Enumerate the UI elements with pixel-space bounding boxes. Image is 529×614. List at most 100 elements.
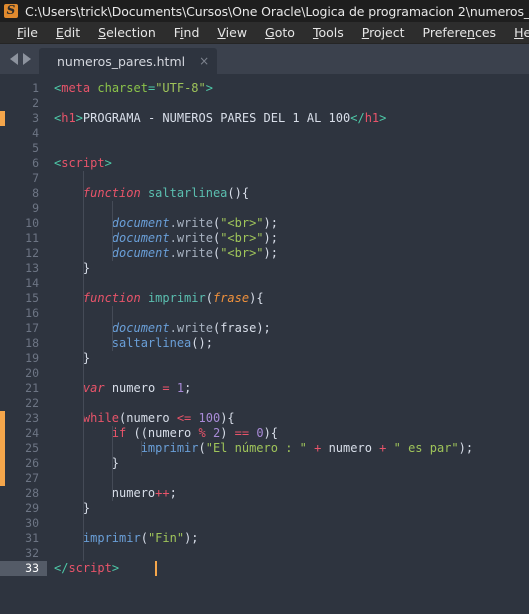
code-line[interactable] <box>47 396 529 411</box>
token: (numero <box>119 411 177 425</box>
menu-tools[interactable]: Tools <box>304 23 353 42</box>
code-line[interactable]: document.write(frase); <box>47 321 529 336</box>
code-line[interactable] <box>47 126 529 141</box>
token: ; <box>184 381 192 395</box>
token: ); <box>458 441 474 455</box>
token: while <box>82 411 120 425</box>
previous-tab-icon[interactable] <box>10 53 18 65</box>
code-line[interactable] <box>47 276 529 291</box>
line-number: 1 <box>32 81 39 95</box>
menu-selection[interactable]: Selection <box>89 23 165 42</box>
code-line[interactable]: var numero = 1; <box>47 381 529 396</box>
token: </ <box>350 111 365 125</box>
code-line[interactable] <box>47 171 529 186</box>
token: ){ <box>220 411 235 425</box>
code-area: 1 2 3 4 5 6 7 8 9 10 11 12 13 14 15 16 17 18 19 20 21 22 23 24 2… <box>0 74 529 606</box>
token: h1 <box>364 111 380 125</box>
token: } <box>54 501 91 515</box>
token: > <box>379 111 387 125</box>
code-line[interactable]: if ((numero % 2) == 0){ <box>47 426 529 441</box>
line-number: 11 <box>25 231 39 245</box>
token: (); <box>191 336 213 350</box>
code-line[interactable]: imprimir("Fin"); <box>47 531 529 546</box>
token: > <box>75 111 83 125</box>
token: ( <box>140 531 148 545</box>
sublime-text-logo-icon <box>4 3 18 18</box>
token: 1 <box>176 381 185 395</box>
code-line[interactable]: imprimir("El número : " + numero + " es … <box>47 441 529 456</box>
code-line[interactable]: numero++; <box>47 486 529 501</box>
code-line[interactable]: document.write("<br>"); <box>47 231 529 246</box>
code-line[interactable] <box>47 141 529 156</box>
token: ); <box>263 231 278 245</box>
code-line[interactable] <box>47 366 529 381</box>
line-number: 15 <box>25 291 39 305</box>
token: meta <box>61 81 91 95</box>
menu-view[interactable]: View <box>208 23 256 42</box>
window-title: C:\Users\trick\Documents\Cursos\One Orac… <box>25 3 529 19</box>
code-line[interactable]: function saltarlinea(){ <box>47 186 529 201</box>
line-number: 16 <box>25 306 39 320</box>
menu-file[interactable]: File <box>8 23 47 42</box>
code-editor[interactable]: 1 2 3 4 5 6 7 8 9 10 11 12 13 14 15 16 17 18 19 20 21 22 23 24 2… <box>0 74 529 606</box>
tab-numeros-pares-html[interactable]: numeros_pares.html × <box>39 48 218 74</box>
code-line[interactable]: <meta charset="UTF-8"> <box>47 81 529 96</box>
token: numero <box>54 486 156 500</box>
token: } <box>54 456 120 470</box>
code-line[interactable]: } <box>47 456 529 471</box>
indent-guide <box>111 201 113 261</box>
menu-help[interactable]: Help <box>505 23 529 42</box>
code-line[interactable]: document.write("<br>"); <box>47 246 529 261</box>
token: frase <box>212 291 250 305</box>
code-line[interactable] <box>47 96 529 111</box>
line-number: 5 <box>32 141 39 155</box>
code-line[interactable] <box>47 471 529 486</box>
indent-guide <box>111 426 113 501</box>
token: ++ <box>155 486 170 500</box>
tab-label: numeros_pares.html <box>57 53 186 69</box>
code-line[interactable]: <script> <box>47 156 529 171</box>
token: ); <box>263 246 278 260</box>
line-number: 12 <box>25 246 39 260</box>
code-line[interactable]: function imprimir(frase){ <box>47 291 529 306</box>
token: 0 <box>256 426 264 440</box>
token: ); <box>263 216 278 230</box>
line-number: 18 <box>25 336 39 350</box>
code-line[interactable]: } <box>47 261 529 276</box>
line-number: 33 <box>0 561 47 576</box>
code-line[interactable]: saltarlinea(); <box>47 336 529 351</box>
code-line[interactable]: } <box>47 351 529 366</box>
code-lines[interactable]: <meta charset="UTF-8"> <h1>PROGRAMA - NU… <box>47 74 529 606</box>
menu-edit[interactable]: Edit <box>47 23 89 42</box>
code-line[interactable] <box>47 546 529 561</box>
line-number: 23 <box>25 411 39 425</box>
code-line[interactable] <box>47 201 529 216</box>
line-number: 10 <box>25 216 39 230</box>
code-line[interactable]: } <box>47 501 529 516</box>
menu-project[interactable]: Project <box>353 23 414 42</box>
menu-goto[interactable]: Goto <box>256 23 304 42</box>
token: numero <box>321 441 380 455</box>
menu-find[interactable]: Find <box>165 23 209 42</box>
token: function <box>82 291 141 305</box>
menu-preferences[interactable]: Preferences <box>414 23 506 42</box>
code-line[interactable] <box>47 306 529 321</box>
indent-guide <box>111 306 113 351</box>
code-line[interactable]: </script> <box>47 561 529 576</box>
tab-bar: numeros_pares.html × <box>0 44 529 74</box>
token: ){ <box>263 426 279 440</box>
code-line[interactable] <box>47 516 529 531</box>
code-line[interactable]: document.write("<br>"); <box>47 216 529 231</box>
next-tab-icon[interactable] <box>23 53 31 65</box>
token: <= <box>176 411 192 425</box>
line-number-gutter: 1 2 3 4 5 6 7 8 9 10 11 12 13 14 15 16 17 18 19 20 21 22 23 24 2… <box>0 74 47 606</box>
token: function <box>82 186 141 200</box>
code-line[interactable]: <h1>PROGRAMA - NUMEROS PARES DEL 1 AL 10… <box>47 111 529 126</box>
code-line[interactable]: while(numero <= 100){ <box>47 411 529 426</box>
close-icon[interactable]: × <box>199 54 209 68</box>
token: var <box>82 381 105 395</box>
